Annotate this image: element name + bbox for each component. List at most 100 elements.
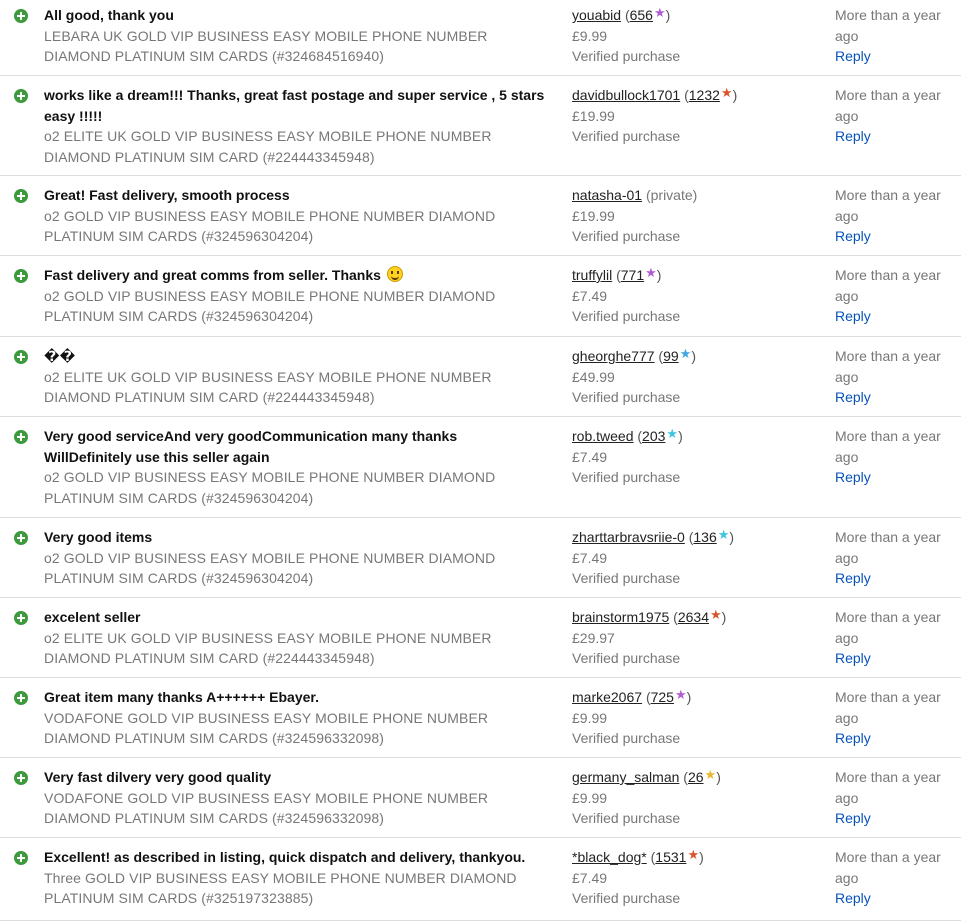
buyer-info: davidbullock1701 (1232★) [572,85,738,103]
feedback-row: Great item many thanks A++++++ Ebayer. V… [0,678,961,758]
item-title: PLATINUM SIM CARDS (#324596304204) [44,489,314,506]
positive-feedback-icon [14,269,28,283]
buyer-info: rob.tweed (203★) [572,426,683,444]
buyer-username[interactable]: natasha-01 [572,187,642,203]
item-title: DIAMOND PLATINUM SIM CARD (#224443345948… [44,389,375,405]
positive-feedback-icon [14,611,28,625]
item-title: Three GOLD VIP BUSINESS EASY MOBILE PHON… [44,869,517,886]
reply-link[interactable]: Reply [835,126,871,147]
feedback-time: More than a year ago [835,769,941,806]
reply-link[interactable]: Reply [835,226,871,247]
price: £29.97 [572,629,615,646]
buyer-username[interactable]: rob.tweed [572,428,633,444]
feedback-time: More than a year ago [835,267,941,304]
feedback-comment: works like a dream!!! Thanks, great fast… [44,87,545,103]
item-title: o2 GOLD VIP BUSINESS EASY MOBILE PHONE N… [44,469,496,485]
reply-link[interactable]: Reply [835,467,871,488]
price: £7.49 [572,869,608,886]
feedback-comment: Excellent! as described in listing, quic… [44,849,526,865]
buyer-username[interactable]: *black_dog* [572,849,647,865]
feedback-row: Very fast dilvery very good quality VODA… [0,758,961,838]
feedback-row: Fast delivery and great comms from selle… [0,256,961,337]
positive-feedback-icon [14,691,28,705]
verified-purchase: Verified purchase [572,308,681,324]
buyer-username[interactable]: truffylil [572,267,612,283]
positive-feedback-icon [14,9,28,23]
star-icon: ★ [653,5,666,20]
feedback-row: Excellent! as described in listing, quic… [0,838,961,921]
positive-feedback-icon [14,771,28,785]
feedback-list: All good, thank you LEBARA UK GOLD VIP B… [0,0,961,921]
item-title: DIAMOND PLATINUM SIM CARD (#224443345948… [44,148,375,165]
feedback-score[interactable]: 1531 [655,849,686,865]
feedback-score[interactable]: 771 [621,267,644,283]
private-label: (private) [645,187,698,203]
buyer-username[interactable]: brainstorm1975 [572,609,669,625]
buyer-info: *black_dog* (1531★) [572,847,704,865]
reply-link[interactable]: Reply [835,648,871,669]
feedback-time: More than a year ago [835,529,941,566]
verified-purchase: Verified purchase [572,228,681,244]
item-title: o2 GOLD VIP BUSINESS EASY MOBILE PHONE N… [44,549,496,566]
item-title: DIAMOND PLATINUM SIM CARDS (#32468451694… [44,48,385,64]
feedback-row: Very good serviceAnd very goodCommunicat… [0,417,961,518]
feedback-comment: Fast delivery and great comms from selle… [44,267,381,283]
feedback-score[interactable]: 2634 [678,609,709,625]
feedback-time: More than a year ago [835,689,941,726]
feedback-time: More than a year ago [835,187,941,224]
item-title: o2 GOLD VIP BUSINESS EASY MOBILE PHONE N… [44,287,496,304]
feedback-score[interactable]: 26 [688,769,704,785]
buyer-info: germany_salman (26★) [572,767,721,785]
buyer-info: natasha-01 (private) [572,185,822,206]
feedback-score[interactable]: 1232 [689,87,720,103]
buyer-username[interactable]: youabid [572,7,621,23]
star-icon: ★ [674,687,687,702]
item-title: VODAFONE GOLD VIP BUSINESS EASY MOBILE P… [44,709,489,726]
buyer-info: gheorghe777 (99★) [572,346,696,364]
reply-link[interactable]: Reply [835,568,871,589]
buyer-username[interactable]: zharttarbravsriie-0 [572,529,685,545]
item-title: DIAMOND PLATINUM SIM CARDS (#32459633209… [44,810,385,826]
item-title: PLATINUM SIM CARDS (#325197323885) [44,890,314,906]
buyer-username[interactable]: davidbullock1701 [572,87,680,103]
feedback-score[interactable]: 99 [663,348,679,364]
item-title: PLATINUM SIM CARDS (#324596304204) [44,570,314,586]
star-icon: ★ [679,346,692,361]
feedback-comment: Very good serviceAnd very goodCommunicat… [44,428,458,444]
feedback-score[interactable]: 656 [630,7,653,23]
positive-feedback-icon [14,430,28,444]
star-icon: ★ [710,607,722,622]
price: £9.99 [572,789,608,806]
feedback-row: All good, thank you LEBARA UK GOLD VIP B… [0,0,961,76]
feedback-comment: All good, thank you [44,7,174,23]
buyer-info: zharttarbravsriie-0 (136★) [572,527,735,545]
buyer-username[interactable]: germany_salman [572,769,679,785]
feedback-row: Great! Fast delivery, smooth process o2 … [0,176,961,256]
star-icon: ★ [645,265,657,280]
reply-link[interactable]: Reply [835,46,871,67]
verified-purchase: Verified purchase [572,469,681,485]
star-icon: ★ [704,767,717,782]
feedback-row: works like a dream!!! Thanks, great fast… [0,76,961,176]
item-title: o2 ELITE UK GOLD VIP BUSINESS EASY MOBIL… [44,128,492,144]
buyer-username[interactable]: gheorghe777 [572,348,655,364]
feedback-score[interactable]: 203 [642,428,665,444]
feedback-comment: Great item many thanks A++++++ Ebayer. [44,689,319,705]
feedback-score[interactable]: 725 [651,689,674,705]
price: £7.49 [572,448,608,465]
verified-purchase: Verified purchase [572,730,681,746]
reply-link[interactable]: Reply [835,387,871,408]
price: £19.99 [572,207,615,224]
buyer-username[interactable]: marke2067 [572,689,642,705]
star-icon: ★ [687,847,700,862]
reply-link[interactable]: Reply [835,306,871,327]
reply-link[interactable]: Reply [835,728,871,749]
feedback-time: More than a year ago [835,428,941,465]
feedback-score[interactable]: 136 [693,529,716,545]
feedback-row: excelent seller o2 ELITE UK GOLD VIP BUS… [0,598,961,678]
reply-link[interactable]: Reply [835,888,871,909]
positive-feedback-icon [14,851,28,865]
reply-link[interactable]: Reply [835,808,871,829]
verified-purchase: Verified purchase [572,810,681,826]
item-title: o2 GOLD VIP BUSINESS EASY MOBILE PHONE N… [44,207,496,224]
